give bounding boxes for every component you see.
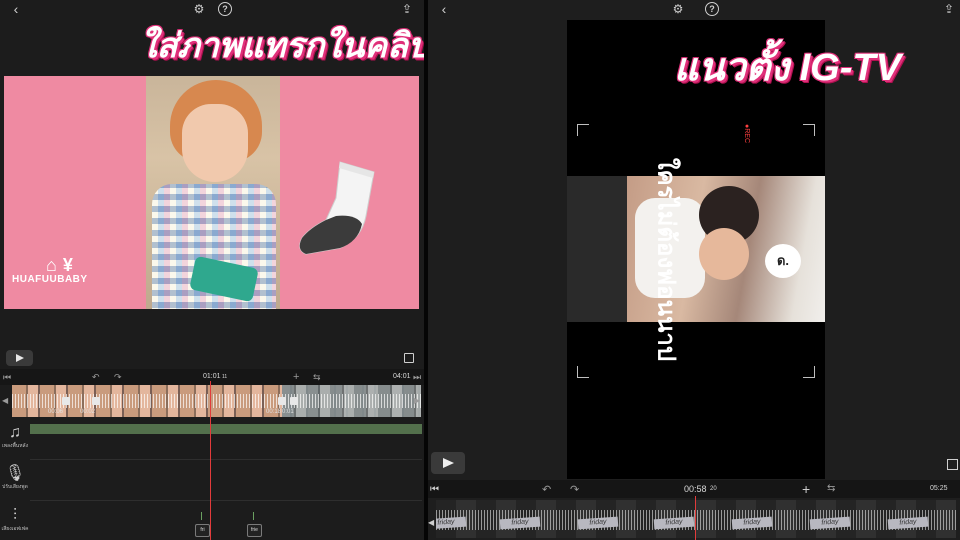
- gear-icon[interactable]: ⚙: [671, 2, 685, 16]
- landscape-clip: ด.: [567, 176, 825, 322]
- keyframe-marker[interactable]: [278, 397, 286, 405]
- track-label: เพลงพื้นหลัง: [1, 443, 29, 449]
- music-track-header[interactable]: ♫ เพลงพื้นหลัง: [0, 424, 30, 450]
- add-icon[interactable]: +: [802, 481, 810, 497]
- clip-duration: 00:06: [48, 409, 64, 415]
- track-divider: [30, 459, 422, 460]
- left-editor-panel: ‹ ⚙ ? ⇪ ⌂ ¥ HUAFUUBABY ใส่ภาพแทรกในคลิป …: [0, 0, 424, 540]
- rotated-caption: ใครไม่ต้องฟอนนาป: [652, 157, 680, 362]
- clip-duration: 00:18: [266, 409, 282, 415]
- current-frame: 20: [710, 486, 717, 492]
- sfx-marker[interactable]: fri: [195, 524, 210, 537]
- swap-icon[interactable]: ⇆: [313, 372, 321, 383]
- playhead[interactable]: [210, 381, 211, 540]
- back-chevron-icon[interactable]: ‹: [9, 2, 23, 16]
- video-preview[interactable]: ⌂ ¥ HUAFUUBABY: [4, 76, 419, 309]
- track-label: ปรับเสียงพูด: [2, 484, 28, 490]
- sfx-marker[interactable]: frie: [247, 524, 262, 537]
- end-time: 05:25: [930, 485, 948, 492]
- help-icon[interactable]: ?: [705, 2, 719, 16]
- filmstrip-right-arrow-icon[interactable]: ▶: [414, 396, 420, 405]
- back-chevron-icon[interactable]: ‹: [437, 2, 451, 16]
- swap-icon[interactable]: ⇆: [827, 483, 835, 494]
- end-time: 04:01: [393, 373, 411, 380]
- music-note-icon: ♫: [9, 424, 21, 441]
- redo-icon[interactable]: ↷: [570, 483, 579, 496]
- redo-icon[interactable]: ↷: [114, 372, 122, 383]
- current-time: 00:58: [684, 484, 707, 494]
- clip-duration: 00:02: [80, 409, 96, 415]
- skip-to-end-icon[interactable]: ⏭: [413, 372, 421, 383]
- brand-logo: ⌂ ¥ HUAFUUBABY: [12, 255, 88, 285]
- marker-stem: [253, 512, 254, 520]
- share-icon[interactable]: ⇪: [942, 2, 956, 16]
- timeline-toolbar: ⏮ ↶ ↷ 01:01 11 + ⇆ 04:01 ⏭: [0, 369, 424, 385]
- track-label: เสียงเอฟเฟค: [1, 526, 29, 532]
- keyframe-marker[interactable]: [62, 397, 70, 405]
- fullscreen-icon[interactable]: [947, 459, 958, 470]
- inserted-photo: [146, 76, 280, 309]
- gear-icon[interactable]: ⚙: [192, 2, 206, 16]
- frame-corner: [803, 124, 815, 136]
- skip-to-start-icon[interactable]: ⏮: [430, 484, 439, 495]
- top-toolbar: ‹ ⚙ ? ⇪: [428, 0, 960, 20]
- right-headline: แนวตั้ง IG-TV: [674, 47, 901, 89]
- playhead[interactable]: [695, 496, 696, 540]
- timeline-toolbar: ⏮ ↶ ↷ 00:58 20 + ⇆ 05:25: [428, 480, 960, 498]
- play-button[interactable]: [6, 350, 33, 366]
- keyframe-marker[interactable]: [92, 397, 100, 405]
- left-headline: ใส่ภาพแทรกในคลิป: [140, 27, 424, 65]
- filmstrip-left-arrow-icon[interactable]: ◀: [428, 518, 434, 527]
- voiceover-track-header[interactable]: 🎙 ปรับเสียงพูด: [0, 465, 30, 491]
- keyframe-marker[interactable]: [290, 397, 298, 405]
- play-button[interactable]: [431, 452, 465, 474]
- top-toolbar: ‹ ⚙ ? ⇪: [0, 0, 424, 20]
- video-track-filmstrip[interactable]: friday friday friday friday friday frida…: [436, 500, 956, 538]
- filmstrip-left-arrow-icon[interactable]: ◀: [2, 396, 8, 405]
- music-track-bar[interactable]: [30, 424, 422, 434]
- sock-image: [299, 161, 375, 255]
- undo-icon[interactable]: ↶: [542, 483, 551, 496]
- fullscreen-icon[interactable]: [404, 353, 414, 363]
- microphone-icon: 🎙: [4, 465, 26, 482]
- track-divider: [30, 500, 422, 501]
- video-track-filmstrip[interactable]: 00:06 00:02 00:18 0:01: [12, 385, 421, 417]
- right-editor-panel: ‹ ⚙ ? ⇪ ด. ใครไม่ต้องฟอนนาป ●REC แนวตั้ง…: [428, 0, 960, 540]
- rec-indicator: ●REC: [743, 123, 751, 144]
- speech-bubble: ด.: [765, 244, 801, 278]
- brand-text: HUAFUUBABY: [12, 274, 88, 285]
- frame-corner: [577, 366, 589, 378]
- marker-stem: [201, 512, 202, 520]
- sfx-track-header[interactable]: ⫶ เสียงเอฟเฟค: [0, 507, 30, 533]
- frame-corner: [803, 366, 815, 378]
- skip-to-start-icon[interactable]: ⏮: [3, 372, 11, 383]
- undo-icon[interactable]: ↶: [92, 372, 100, 383]
- current-frame: 11: [222, 374, 228, 380]
- frame-corner: [577, 124, 589, 136]
- add-icon[interactable]: +: [293, 371, 299, 383]
- help-icon[interactable]: ?: [218, 2, 232, 16]
- current-time: 01:01: [203, 373, 221, 380]
- share-icon[interactable]: ⇪: [400, 2, 414, 16]
- waveform-icon: ⫶: [12, 507, 17, 524]
- clip-duration: 0:01: [282, 409, 294, 415]
